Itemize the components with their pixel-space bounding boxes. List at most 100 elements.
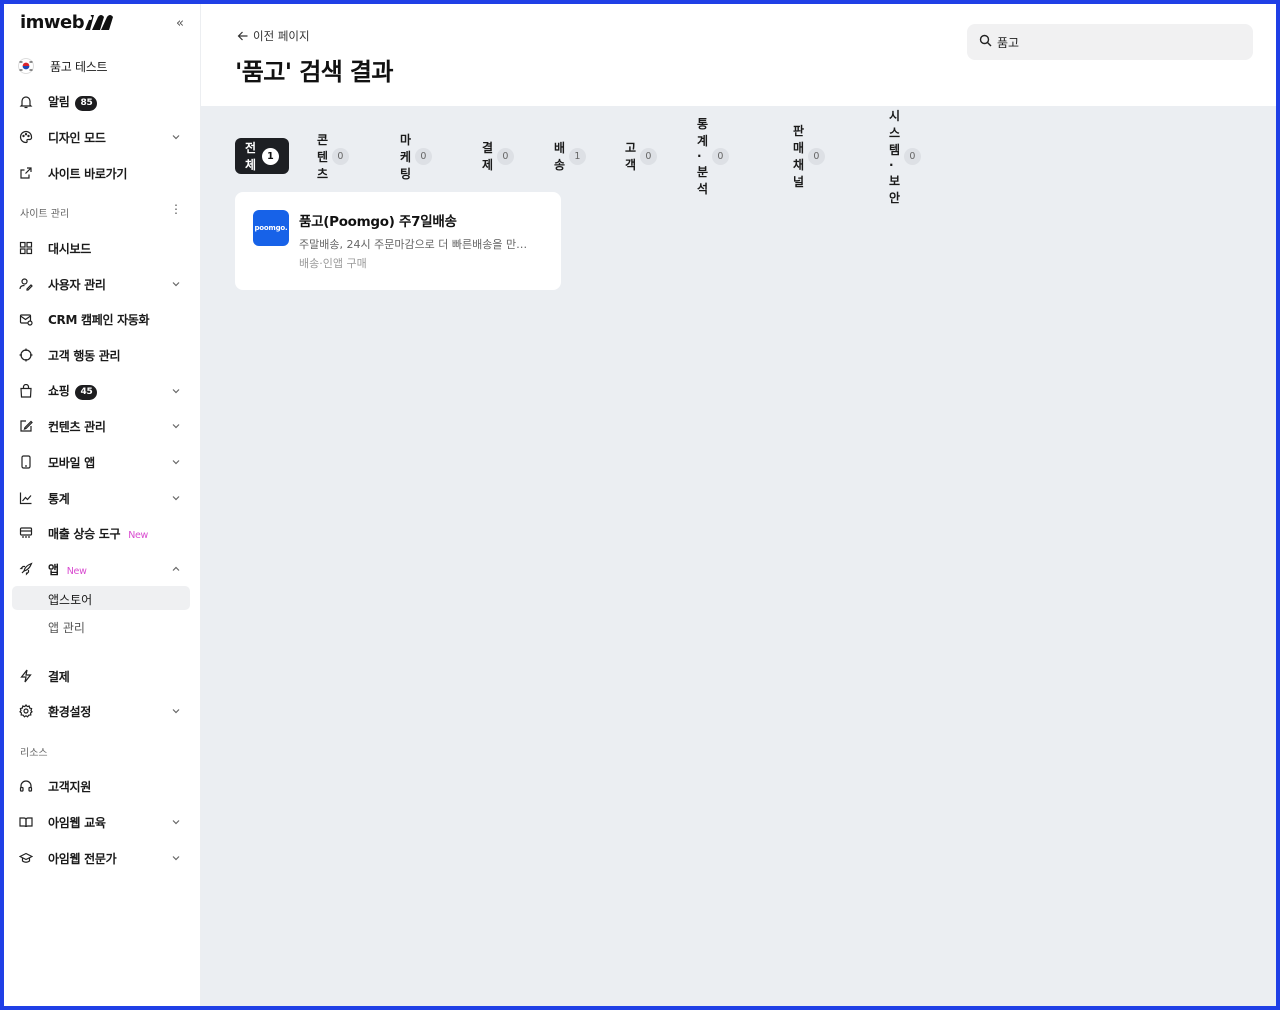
tab-sales-channel[interactable]: 판매 채널 0	[793, 124, 825, 189]
sidebar-item-payment[interactable]: 결제	[10, 663, 188, 689]
chevron-down-icon[interactable]	[170, 705, 182, 717]
chevron-down-icon[interactable]	[170, 816, 182, 828]
tab-shipping[interactable]: 배송 1	[554, 138, 586, 174]
sidebar-item-support[interactable]: 고객지원	[10, 773, 188, 799]
tab-label: 배송	[554, 141, 565, 172]
tab-analytics[interactable]: 통계·분석 0	[697, 117, 729, 196]
tab-contents[interactable]: 콘텐츠 0	[317, 133, 349, 181]
sidebar-item-users[interactable]: 사용자 관리	[10, 271, 188, 297]
sidebar-item-customer-behavior[interactable]: 고객 행동 관리	[10, 342, 188, 368]
sidebar-subitem-label: 앱 관리	[48, 621, 85, 635]
app-logo: poomgo.	[253, 210, 289, 246]
new-tag: New	[128, 529, 149, 541]
sidebar-item-statistics[interactable]: 통계	[10, 485, 188, 511]
sidebar-item-label: 사이트 바로가기	[48, 166, 128, 181]
sidebar-item-design-mode[interactable]: 디자인 모드	[10, 124, 188, 150]
sidebar-item-alerts[interactable]: 알림 85	[10, 89, 188, 115]
target-icon	[18, 347, 34, 363]
sidebar-item-mobile-app[interactable]: 모바일 앱	[10, 449, 188, 475]
search-box[interactable]	[967, 24, 1253, 60]
sidebar-item-label: 아임웹 전문가	[48, 851, 117, 866]
tab-count: 0	[903, 147, 921, 165]
tab-count: 1	[261, 147, 279, 165]
result-description: 주말배송, 24시 주문마감으로 더 빠른배송을 만…	[299, 238, 528, 251]
sidebar-subitem-label: 앱스토어	[48, 593, 93, 607]
chevron-down-icon[interactable]	[170, 385, 182, 397]
tab-count: 0	[331, 147, 349, 165]
search-input[interactable]	[997, 32, 1237, 52]
edit-icon	[18, 418, 34, 434]
tab-all[interactable]: 전체 1	[235, 138, 289, 174]
new-tag: New	[66, 565, 87, 577]
graduation-cap-icon	[18, 850, 34, 866]
back-link[interactable]: 이전 페이지	[237, 28, 310, 44]
sidebar-item-label: 앱 New	[48, 562, 87, 577]
section-title-resources: 리소스	[20, 748, 48, 759]
sidebar-item-label: 사용자 관리	[48, 277, 106, 292]
sidebar-item-content[interactable]: 컨텐츠 관리	[10, 413, 188, 439]
sidebar-item-label: 환경설정	[48, 704, 91, 719]
tab-marketing[interactable]: 마케팅 0	[400, 133, 432, 181]
logo-mark-icon	[85, 15, 113, 30]
tab-payment[interactable]: 결제 0	[482, 138, 514, 174]
search-icon	[979, 34, 992, 47]
tab-system-security[interactable]: 시스템·보안 0	[889, 109, 921, 205]
more-options-icon[interactable]: ⋮	[170, 202, 182, 216]
sidebar-item-label: 디자인 모드	[48, 130, 106, 145]
book-open-icon	[18, 814, 34, 830]
result-tags: 배송·인앱 구매	[299, 257, 367, 270]
page-title: '품고' 검색 결과	[235, 58, 393, 86]
tab-count: 0	[639, 147, 657, 165]
sidebar-item-experts[interactable]: 아임웹 전문가	[10, 845, 188, 871]
gear-icon	[18, 703, 34, 719]
tab-count: 0	[414, 147, 432, 165]
sidebar-item-label: 고객 행동 관리	[48, 348, 121, 363]
sidebar-item-shopping[interactable]: 쇼핑 45	[10, 378, 188, 404]
tab-label: 고객	[625, 141, 636, 172]
tab-label: 마케팅	[400, 132, 411, 181]
result-card[interactable]: poomgo. 품고(Poomgo) 주7일배송 주말배송, 24시 주문마감으…	[235, 192, 561, 290]
result-title: 품고(Poomgo) 주7일배송	[299, 214, 457, 230]
sidebar-item-visit-site[interactable]: 사이트 바로가기	[10, 160, 188, 186]
tab-label: 콘텐츠	[317, 132, 328, 181]
tab-count: 0	[496, 147, 514, 165]
section-title-site: 사이트 관리	[20, 209, 70, 220]
rocket-icon	[18, 561, 34, 577]
sidebar-item-settings[interactable]: 환경설정	[10, 698, 188, 724]
sales-tool-icon	[18, 525, 34, 541]
collapse-sidebar-icon[interactable]: «	[176, 16, 184, 31]
logo-text[interactable]: imweb	[20, 12, 85, 33]
sidebar-item-label: 매출 상승 도구 New	[48, 526, 149, 541]
chevron-down-icon[interactable]	[170, 852, 182, 864]
sidebar-subitem-appstore[interactable]: 앱스토어	[12, 586, 190, 610]
chevron-down-icon[interactable]	[170, 492, 182, 504]
shopping-bag-icon	[18, 383, 34, 399]
sidebar-item-education[interactable]: 아임웹 교육	[10, 809, 188, 835]
sidebar-item-label: 대시보드	[48, 241, 91, 256]
sidebar-item-apps[interactable]: 앱 New	[10, 556, 188, 582]
korea-flag-icon	[18, 58, 34, 74]
sidebar-item-dashboard[interactable]: 대시보드	[10, 235, 188, 261]
tab-label: 전체	[245, 141, 256, 172]
tab-customer[interactable]: 고객 0	[625, 138, 657, 174]
mail-automation-icon	[18, 311, 34, 327]
chevron-up-icon[interactable]	[170, 563, 182, 575]
sidebar-item-label: 모바일 앱	[48, 455, 95, 470]
tab-label: 판매 채널	[793, 124, 804, 189]
tab-label: 통계·분석	[697, 117, 708, 196]
chevron-down-icon[interactable]	[170, 456, 182, 468]
sidebar-item-label: 고객지원	[48, 779, 91, 794]
sidebar-item-crm[interactable]: CRM 캠페인 자동화	[10, 306, 188, 332]
sidebar-item-label: 쇼핑 45	[48, 382, 98, 400]
tab-label: 시스템·보안	[889, 108, 900, 205]
arrow-left-icon	[237, 31, 248, 41]
site-switcher[interactable]: 품고 테스트	[10, 53, 188, 79]
app-frame: imweb « 품고 테스트 알림 85 디자인 모드 사이트 바로가기 사이트…	[0, 0, 1280, 1010]
shopping-count-badge: 45	[75, 385, 98, 400]
chevron-down-icon[interactable]	[170, 131, 182, 143]
sidebar-item-sales-tools[interactable]: 매출 상승 도구 New	[10, 520, 188, 546]
chevron-down-icon[interactable]	[170, 420, 182, 432]
sidebar-subitem-app-manage[interactable]: 앱 관리	[12, 614, 190, 638]
chevron-down-icon[interactable]	[170, 278, 182, 290]
tab-label: 결제	[482, 141, 493, 172]
